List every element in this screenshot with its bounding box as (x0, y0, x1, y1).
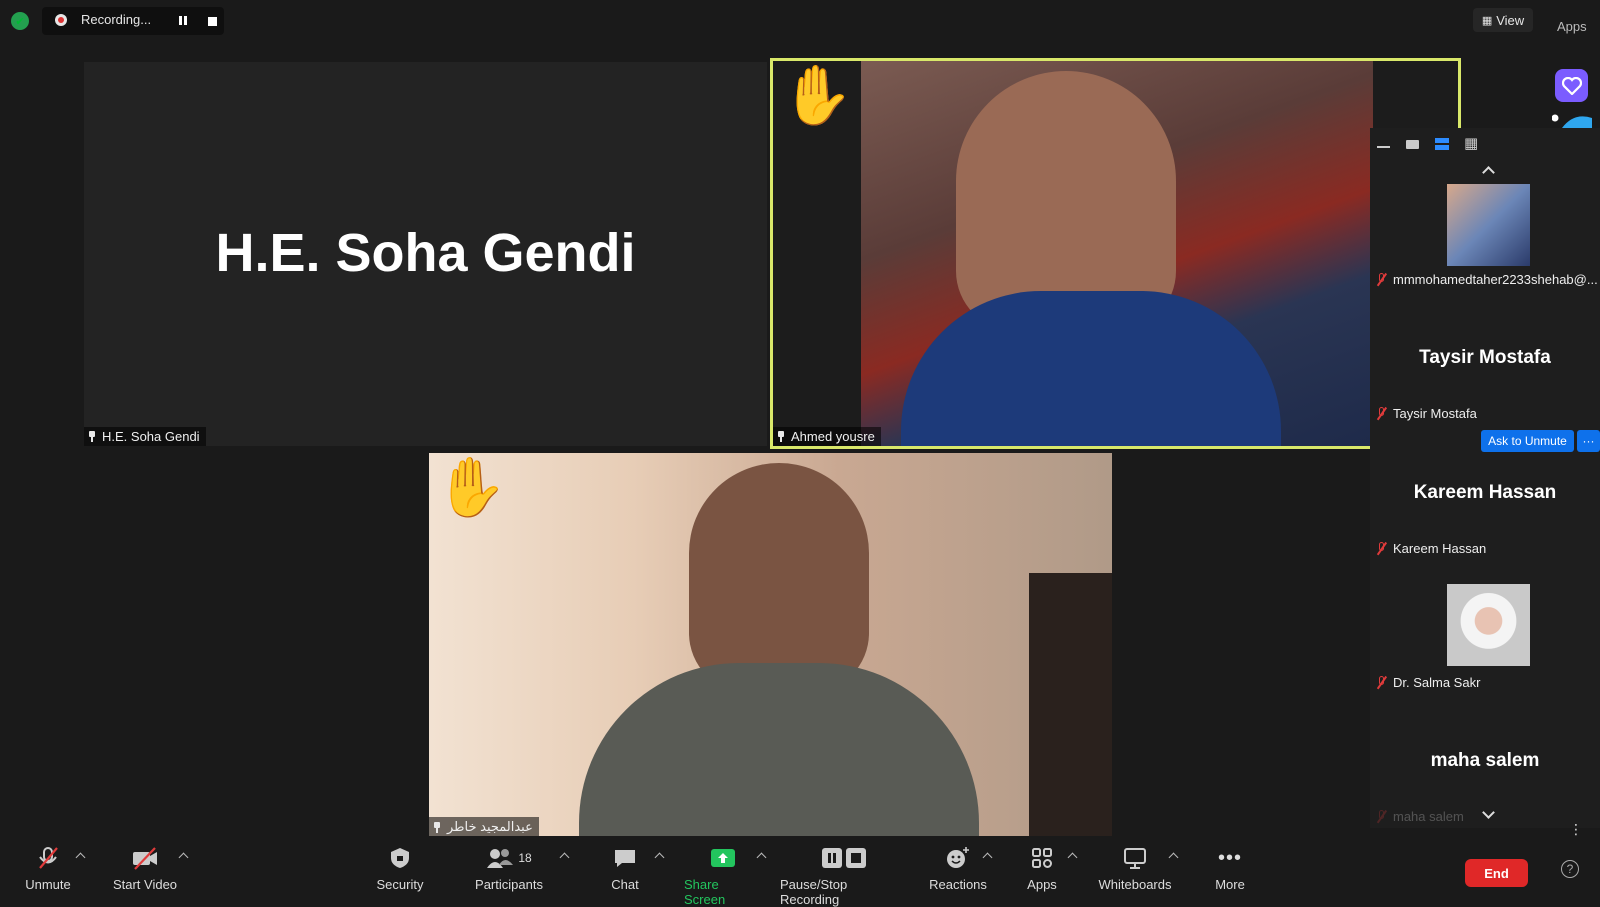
muted-mic-icon (1376, 273, 1387, 286)
name-tag: H.E. Soha Gendi (84, 427, 206, 446)
participants-icon: 18 (479, 846, 539, 870)
muted-mic-icon (33, 846, 63, 870)
raised-hand-icon: ✋ (435, 455, 508, 520)
start-video-label: Start Video (112, 877, 178, 892)
participant-name: mmmohamedtaher2233shehab@... (1393, 272, 1598, 287)
apps-label: Apps (1027, 877, 1057, 892)
add-app-icon[interactable] (1551, 112, 1600, 128)
whiteboards-button[interactable]: Whiteboards (1097, 846, 1173, 892)
security-icon (385, 846, 415, 870)
muted-mic-icon (1376, 676, 1387, 689)
participant-name: Taysir Mostafa (1393, 406, 1477, 421)
security-button[interactable]: Security (375, 846, 425, 892)
video-tile-soha-gendi[interactable]: H.E. Soha Gendi H.E. Soha Gendi (84, 62, 767, 446)
reactions-button[interactable]: Reactions (929, 846, 987, 892)
ask-to-unmute-button[interactable]: Ask to Unmute (1481, 430, 1574, 452)
share-screen-button[interactable]: Share Screen (684, 846, 762, 907)
participant-display-name: Taysir Mostafa (1419, 347, 1551, 368)
participant-name: Kareem Hassan (1393, 541, 1487, 556)
participant-name-tag: mmmohamedtaher2233shehab@... (1376, 272, 1598, 287)
stop-recording-icon[interactable] (208, 17, 217, 26)
share-screen-icon (708, 846, 738, 870)
participant-name: Dr. Salma Sakr (1393, 675, 1481, 690)
more-icon: ••• (1217, 846, 1242, 869)
participant-thumbnail (1447, 584, 1530, 666)
speaker-view-icon[interactable] (1406, 140, 1419, 149)
door (1029, 573, 1112, 837)
share-screen-label: Share Screen (684, 877, 726, 907)
reactions-icon (943, 846, 973, 870)
security-label: Security (376, 877, 424, 892)
raised-hand-icon: ✋ (781, 63, 854, 128)
recording-control-icon (819, 846, 869, 870)
pin-icon (88, 431, 96, 442)
chat-button[interactable]: Chat (608, 846, 642, 892)
more-label: More (1215, 877, 1245, 892)
name-tag-label: Ahmed yousre (791, 429, 875, 444)
participants-label: Participants (475, 877, 543, 892)
encryption-shield-icon[interactable]: ✔ (11, 12, 29, 30)
start-video-button[interactable]: Start Video (111, 846, 179, 892)
record-icon (55, 14, 67, 26)
apps-icon (1027, 846, 1057, 870)
whiteboard-icon (1120, 846, 1150, 870)
participant-display-name: H.E. Soha Gendi (215, 223, 636, 283)
participant-name-tag: Kareem Hassan (1376, 541, 1486, 556)
pause-stop-recording-button[interactable]: Pause/Stop Recording (780, 846, 908, 907)
pin-icon (433, 821, 441, 833)
participant-thumbnail (1447, 184, 1530, 266)
muted-mic-icon (1376, 810, 1387, 823)
person-body (901, 291, 1281, 446)
participant-display-name: maha salem (1430, 750, 1540, 771)
unmute-label: Unmute (25, 877, 71, 892)
participant-display-name: Kareem Hassan (1413, 482, 1557, 503)
participant-name-tag: Taysir Mostafa (1376, 406, 1477, 421)
video-tile-abdelmeguid-khater[interactable]: ✋ عبدالمجيد خاطر (429, 453, 1112, 837)
person-silhouette (689, 463, 869, 693)
pause-stop-recording-label: Pause/Stop Recording (780, 877, 848, 907)
apps-button[interactable]: Apps (1026, 846, 1058, 892)
chat-icon (610, 846, 640, 870)
video-off-icon (130, 846, 160, 870)
person-body (579, 663, 979, 837)
apps-label[interactable]: Apps (1557, 19, 1587, 34)
recording-label: Recording... (81, 12, 152, 27)
chat-label: Chat (611, 877, 639, 892)
video-feed (861, 61, 1373, 446)
participant-count: 18 (518, 851, 532, 865)
whiteboards-label: Whiteboards (1098, 877, 1172, 892)
participants-button[interactable]: 18 Participants (474, 846, 544, 892)
reactions-label: Reactions (929, 877, 987, 892)
view-grid-icon: ▦ (1481, 14, 1493, 27)
pause-recording-icon[interactable] (178, 14, 188, 26)
more-button[interactable]: ••• More (1213, 846, 1247, 893)
view-label: View (1496, 12, 1525, 28)
name-tag: Ahmed yousre (773, 427, 881, 446)
name-tag-label: عبدالمجيد خاطر (447, 819, 533, 834)
video-tile-ahmed-yousre[interactable]: ✋ Ahmed yousre (770, 58, 1461, 449)
participant-more-button[interactable]: ··· (1577, 430, 1600, 452)
minimize-icon[interactable] (1377, 146, 1390, 148)
unmute-button[interactable]: Unmute (22, 846, 74, 892)
kebab-menu-icon[interactable]: ⋮ (1569, 822, 1583, 836)
gallery-view-icon[interactable]: ▦ (1464, 136, 1479, 151)
participant-name: maha salem (1393, 809, 1464, 824)
pin-icon (777, 431, 785, 442)
muted-mic-icon (1376, 542, 1387, 555)
muted-mic-icon (1376, 407, 1387, 420)
participant-name-tag: maha salem (1376, 809, 1464, 824)
help-icon[interactable]: ? (1561, 860, 1579, 878)
view-button[interactable]: ▦ View (1473, 8, 1533, 32)
participant-name-tag: Dr. Salma Sakr (1376, 675, 1480, 690)
end-meeting-button[interactable]: End (1465, 859, 1528, 887)
name-tag: عبدالمجيد خاطر (429, 817, 539, 837)
strip-view-icon[interactable] (1435, 138, 1449, 150)
name-tag-label: H.E. Soha Gendi (102, 429, 200, 444)
heart-app-icon[interactable] (1555, 69, 1588, 102)
